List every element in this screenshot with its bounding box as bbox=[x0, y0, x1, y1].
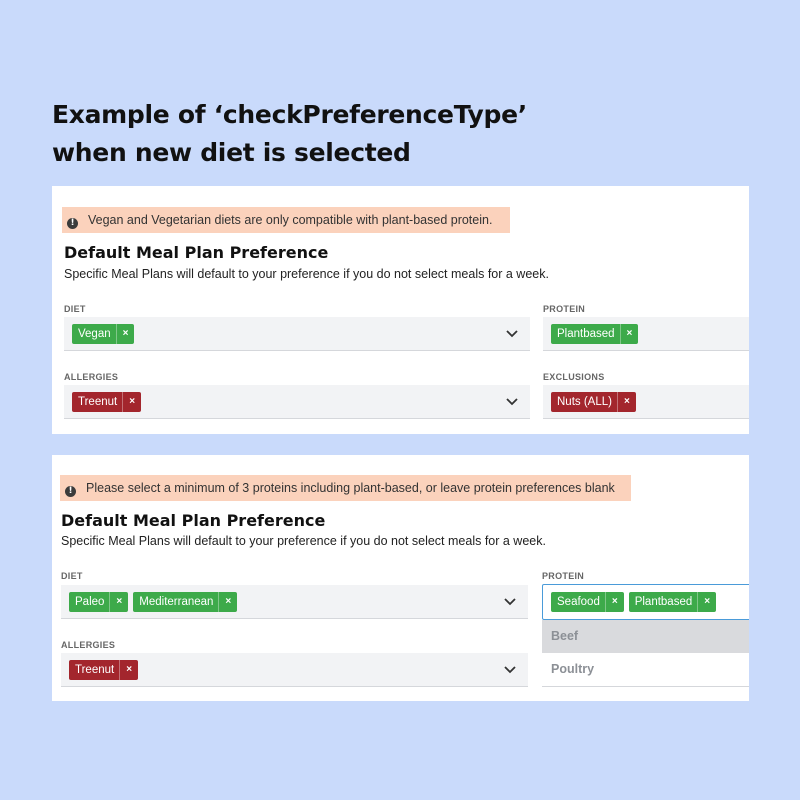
heading-line-2: when new diet is selected bbox=[52, 138, 411, 167]
chevron-down-icon[interactable] bbox=[504, 393, 520, 409]
alert-text: Please select a minimum of 3 proteins in… bbox=[86, 481, 615, 495]
info-icon: ! bbox=[67, 218, 78, 229]
chevron-down-icon[interactable] bbox=[502, 661, 518, 677]
protein-options-dropdown: Beef Poultry bbox=[542, 620, 749, 687]
tag-label: Nuts (ALL) bbox=[557, 396, 612, 408]
heading-line-1: Example of ‘checkPreferenceType’ bbox=[52, 100, 527, 129]
tag-label: Seafood bbox=[557, 596, 600, 608]
diet-label: DIET bbox=[64, 304, 86, 314]
allergies-tags: Treenut × bbox=[69, 660, 139, 680]
protein-label: PROTEIN bbox=[542, 571, 585, 581]
form-title: Default Meal Plan Preference bbox=[61, 511, 326, 530]
allergies-tags: Treenut × bbox=[72, 392, 142, 412]
info-icon: ! bbox=[65, 486, 76, 497]
form-subtitle: Specific Meal Plans will default to your… bbox=[61, 534, 546, 548]
diet-label: DIET bbox=[61, 571, 83, 581]
diet-tags: Vegan × bbox=[72, 324, 135, 344]
remove-tag-icon[interactable]: × bbox=[619, 324, 639, 344]
selected-tag: Treenut × bbox=[72, 392, 142, 412]
tag-label: Plantbased bbox=[634, 596, 693, 608]
allergies-label: ALLERGIES bbox=[64, 372, 119, 382]
dropdown-option-beef[interactable]: Beef bbox=[542, 620, 749, 653]
tag-label: Mediterranean bbox=[139, 596, 214, 608]
selected-tag: Nuts (ALL) × bbox=[551, 392, 636, 412]
selected-tag: Treenut × bbox=[69, 660, 139, 680]
remove-tag-icon[interactable]: × bbox=[122, 392, 141, 412]
form-title: Default Meal Plan Preference bbox=[64, 243, 329, 262]
chevron-down-icon[interactable] bbox=[502, 593, 518, 609]
allergies-select[interactable]: Treenut × bbox=[61, 653, 528, 687]
protein-tags: Seafood × Plantbased × bbox=[551, 592, 717, 612]
allergies-select[interactable]: Treenut × bbox=[64, 385, 530, 419]
diet-select[interactable]: Paleo × Mediterranean × bbox=[61, 585, 528, 619]
tag-label: Treenut bbox=[78, 396, 118, 408]
remove-tag-icon[interactable]: × bbox=[616, 392, 636, 412]
protein-select[interactable]: Seafood × Plantbased × bbox=[542, 584, 749, 620]
remove-tag-icon[interactable]: × bbox=[604, 592, 624, 612]
protein-select[interactable]: Plantbased × bbox=[543, 317, 749, 351]
tag-label: Vegan bbox=[78, 328, 111, 340]
protein-tags: Plantbased × bbox=[551, 324, 639, 344]
tag-label: Paleo bbox=[75, 596, 105, 608]
preference-panel-paleo: ! Please select a minimum of 3 proteins i… bbox=[52, 455, 749, 701]
remove-tag-icon[interactable]: × bbox=[115, 324, 135, 344]
warning-alert: ! Vegan and Vegetarian diets are only com… bbox=[62, 207, 510, 233]
remove-tag-icon[interactable]: × bbox=[119, 660, 138, 680]
preference-panel-vegan: ! Vegan and Vegetarian diets are only com… bbox=[52, 186, 749, 434]
exclusions-tags: Nuts (ALL) × bbox=[551, 392, 636, 412]
selected-tag: Seafood × bbox=[551, 592, 624, 612]
selected-tag: Plantbased × bbox=[551, 324, 639, 344]
diet-select[interactable]: Vegan × bbox=[64, 317, 530, 351]
allergies-label: ALLERGIES bbox=[61, 640, 116, 650]
exclusions-label: EXCLUSIONS bbox=[543, 372, 605, 382]
warning-alert: ! Please select a minimum of 3 proteins i… bbox=[60, 475, 631, 501]
selected-tag: Mediterranean × bbox=[133, 592, 238, 612]
selected-tag: Vegan × bbox=[72, 324, 135, 344]
exclusions-select[interactable]: Nuts (ALL) × bbox=[543, 385, 749, 419]
alert-text: Vegan and Vegetarian diets are only comp… bbox=[88, 213, 493, 227]
page-heading: Example of ‘checkPreferenceType’ when ne… bbox=[52, 96, 527, 172]
protein-label: PROTEIN bbox=[543, 304, 586, 314]
tag-label: Treenut bbox=[75, 664, 115, 676]
form-subtitle: Specific Meal Plans will default to your… bbox=[64, 267, 549, 281]
diet-tags: Paleo × Mediterranean × bbox=[69, 592, 238, 612]
remove-tag-icon[interactable]: × bbox=[697, 592, 716, 612]
tag-label: Plantbased bbox=[557, 328, 615, 340]
selected-tag: Plantbased × bbox=[628, 592, 717, 612]
chevron-down-icon[interactable] bbox=[504, 325, 520, 341]
selected-tag: Paleo × bbox=[69, 592, 129, 612]
remove-tag-icon[interactable]: × bbox=[218, 592, 237, 612]
remove-tag-icon[interactable]: × bbox=[109, 592, 128, 612]
dropdown-option-poultry[interactable]: Poultry bbox=[542, 653, 749, 686]
